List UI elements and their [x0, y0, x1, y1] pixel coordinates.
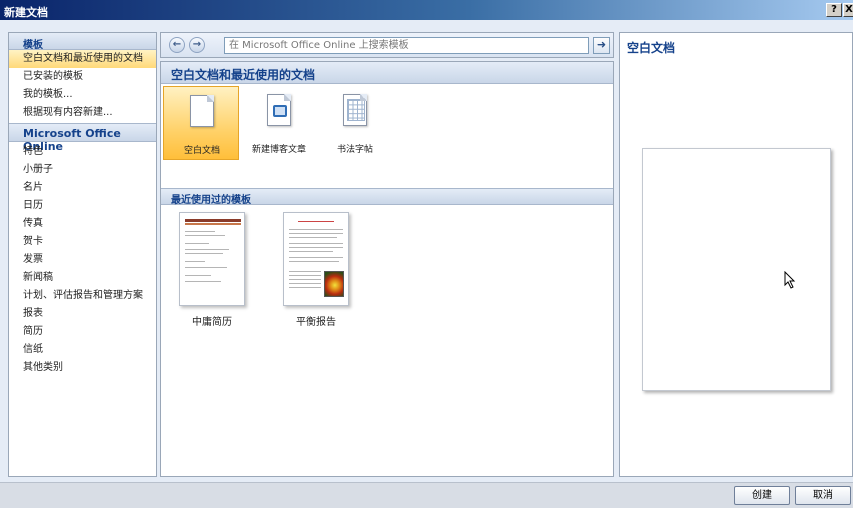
sidebar-item-invoices[interactable]: 发票	[9, 251, 156, 269]
search-go-button[interactable]: ➜	[593, 37, 610, 54]
report-thumbnail	[283, 212, 349, 306]
dialog-footer: 创建 取消	[0, 482, 853, 508]
sidebar-item-featured[interactable]: 特色	[9, 143, 156, 161]
template-label: 书法字帖	[336, 145, 373, 155]
sidebar-item-greeting-cards[interactable]: 贺卡	[9, 233, 156, 251]
sidebar-item-resumes[interactable]: 简历	[9, 323, 156, 341]
preview-panel: 空白文档	[619, 32, 853, 477]
sidebar-item-installed[interactable]: 已安装的模板	[9, 68, 156, 86]
template-categories-panel: 模板 空白文档和最近使用的文档 已安装的模板 我的模板... 根据现有内容新建.…	[8, 32, 157, 477]
recent-template-resume[interactable]: 中庸简历	[169, 212, 255, 328]
recent-label: 平衡报告	[296, 317, 336, 328]
online-section-header[interactable]: Microsoft Office Online	[9, 123, 156, 153]
title-bar: 新建文档 ? X	[0, 0, 853, 20]
cancel-button[interactable]: 取消	[795, 486, 851, 505]
templates-section-title: 空白文档和最近使用的文档	[161, 62, 613, 84]
sidebar-item-business-cards[interactable]: 名片	[9, 179, 156, 197]
blog-post-icon	[267, 94, 291, 126]
preview-title: 空白文档	[627, 41, 676, 55]
recent-templates-header: 最近使用过的模板	[161, 188, 613, 206]
template-calligraphy[interactable]: 书法字帖	[317, 86, 393, 160]
dialog-body: 模板 空白文档和最近使用的文档 已安装的模板 我的模板... 根据现有内容新建.…	[0, 20, 853, 482]
sidebar-item-stationery[interactable]: 信纸	[9, 341, 156, 359]
template-new-blog-post[interactable]: 新建博客文章	[241, 86, 317, 160]
sidebar-item-new-from-existing[interactable]: 根据现有内容新建...	[9, 104, 156, 122]
preview-page	[642, 148, 831, 391]
sidebar-item-reports[interactable]: 报表	[9, 305, 156, 323]
template-label: 空白文档	[183, 146, 220, 156]
calligraphy-grid-icon	[343, 94, 367, 126]
mouse-pointer-icon	[784, 271, 796, 289]
sidebar-item-fax[interactable]: 传真	[9, 215, 156, 233]
forward-arrow-icon[interactable]: →	[189, 37, 205, 53]
sidebar-item-plans[interactable]: 计划、评估报告和管理方案	[9, 287, 156, 305]
templates-panel: 空白文档和最近使用的文档 空白文档 新建博客文章 书法字帖 最近使用过的模板 中…	[160, 61, 614, 477]
blank-document-icon	[190, 95, 214, 127]
report-photo	[324, 271, 344, 297]
window-title: 新建文档	[4, 6, 48, 19]
categories-header: 模板	[9, 33, 156, 51]
search-toolbar: ← → 在 Microsoft Office Online 上搜索模板 ➜	[160, 32, 614, 58]
sidebar-item-newsletters[interactable]: 新闻稿	[9, 269, 156, 287]
template-search-input[interactable]: 在 Microsoft Office Online 上搜索模板	[224, 37, 589, 54]
template-label: 新建博客文章	[251, 145, 306, 155]
recent-label: 中庸简历	[192, 317, 232, 328]
sidebar-item-other[interactable]: 其他类别	[9, 359, 156, 377]
sidebar-item-my-templates[interactable]: 我的模板...	[9, 86, 156, 104]
create-button[interactable]: 创建	[734, 486, 790, 505]
recent-template-balanced-report[interactable]: 平衡报告	[273, 212, 359, 328]
sidebar-item-calendars[interactable]: 日历	[9, 197, 156, 215]
resume-thumbnail	[179, 212, 245, 306]
sidebar-item-brochures[interactable]: 小册子	[9, 161, 156, 179]
back-arrow-icon[interactable]: ←	[169, 37, 185, 53]
help-button[interactable]: ?	[826, 3, 842, 17]
close-button[interactable]: X	[843, 3, 853, 17]
template-blank-document[interactable]: 空白文档	[163, 86, 239, 160]
sidebar-item-blank-recent[interactable]: 空白文档和最近使用的文档	[9, 50, 156, 68]
